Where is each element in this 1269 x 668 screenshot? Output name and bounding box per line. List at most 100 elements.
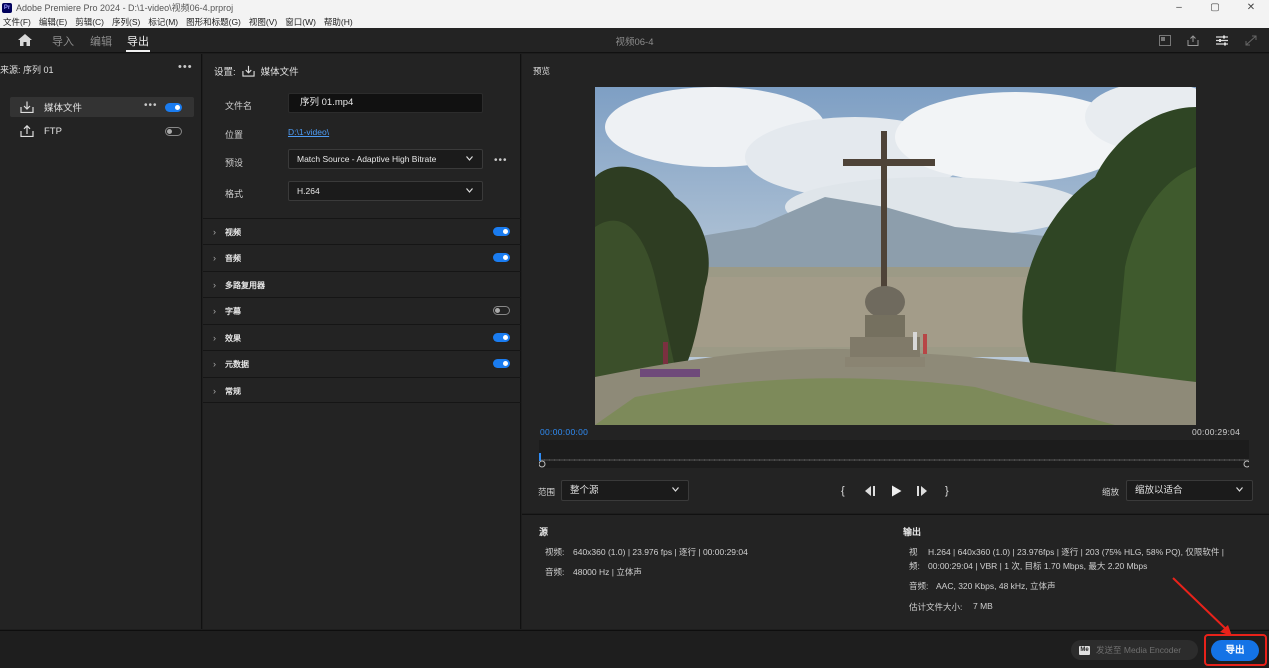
settings-heading: 设置: 媒体文件 — [214, 64, 299, 78]
window-title: Adobe Premiere Pro 2024 - D:\1-video\视频0… — [16, 3, 234, 13]
video-frame-image — [595, 87, 1196, 425]
share-icon[interactable] — [1187, 35, 1199, 46]
source-heading: 来源: 序列 01 — [0, 65, 54, 75]
section-metadata[interactable]: › 元数据 — [203, 350, 521, 376]
menu-clip[interactable]: 剪辑(C) — [75, 16, 104, 28]
timeline-ruler — [538, 453, 1251, 468]
premiere-app-icon: Pr — [2, 2, 12, 13]
fullscreen-icon[interactable] — [1245, 35, 1257, 46]
range-dropdown[interactable]: 整个源 — [561, 480, 689, 501]
zoom-dropdown[interactable]: 缩放以适合 — [1126, 480, 1253, 501]
destination-ftp[interactable]: FTP — [10, 121, 194, 141]
menu-graphics[interactable]: 图形和标题(G) — [186, 16, 241, 28]
section-name: 多路复用器 — [225, 281, 265, 290]
filename-input[interactable]: 序列 01.mp4 — [288, 93, 483, 113]
project-title: 视频06-4 — [615, 37, 654, 48]
filesize-label: 估计文件大小: — [909, 602, 963, 612]
chevron-right-icon: › — [213, 227, 216, 237]
download-icon — [20, 101, 34, 113]
destination-more-button[interactable]: ••• — [144, 100, 158, 111]
metadata-toggle[interactable] — [493, 359, 510, 368]
settings-panel: 设置: 媒体文件 文件名 序列 01.mp4 位置 D:\1-video\ 预设… — [203, 54, 521, 629]
preview-panel: 预览 00:00:00:00 00:00:29:04 范围 整个源 {} 缩放… — [522, 54, 1269, 513]
layout-icon[interactable] — [1159, 35, 1171, 46]
source-video-info: 640x360 (1.0) | 23.976 fps | 逐行 | 00:00:… — [573, 547, 748, 557]
section-audio[interactable]: › 音频 — [203, 244, 521, 270]
video-preview — [595, 87, 1196, 425]
captions-toggle[interactable] — [493, 306, 510, 315]
window-controls: – ▢ ✕ — [1161, 0, 1269, 15]
format-dropdown[interactable]: H.264 — [288, 181, 483, 201]
settings-sliders-icon[interactable] — [1216, 35, 1228, 46]
output-audio-label: 音频: — [909, 581, 929, 591]
zoom-label: 缩放 — [1102, 487, 1120, 497]
chevron-right-icon: › — [213, 359, 216, 369]
section-name: 视频 — [225, 228, 241, 237]
close-button[interactable]: ✕ — [1233, 0, 1269, 15]
title-bar: Pr Adobe Premiere Pro 2024 - D:\1-video\… — [0, 0, 1269, 15]
timecode-duration: 00:00:29:04 — [1192, 427, 1241, 437]
preset-dropdown[interactable]: Match Source - Adaptive High Bitrate — [288, 149, 483, 169]
preview-heading: 预览 — [533, 66, 551, 76]
section-name: 效果 — [225, 334, 241, 343]
source-panel: 来源: 序列 01 ••• 媒体文件 ••• FTP — [0, 54, 202, 629]
send-to-media-encoder-button[interactable]: Me 发送至 Media Encoder — [1071, 640, 1198, 660]
settings-target-label: 媒体文件 — [260, 67, 299, 78]
menu-view[interactable]: 视图(V) — [249, 16, 277, 28]
section-name: 字幕 — [225, 307, 241, 316]
location-label: 位置 — [225, 130, 244, 140]
preset-value: Match Source - Adaptive High Bitrate — [297, 154, 437, 164]
section-name: 元数据 — [225, 360, 249, 369]
step-forward-icon[interactable] — [916, 485, 928, 497]
timecode-current: 00:00:00:00 — [540, 427, 589, 437]
ftp-toggle[interactable] — [165, 127, 182, 136]
maximize-button[interactable]: ▢ — [1197, 0, 1233, 15]
menu-help[interactable]: 帮助(H) — [324, 16, 353, 28]
preset-label: 预设 — [225, 158, 244, 168]
play-icon[interactable] — [891, 485, 902, 497]
menu-sequence[interactable]: 序列(S) — [112, 16, 140, 28]
preset-more-button[interactable]: ••• — [494, 155, 508, 166]
source-summary-title: 源 — [539, 527, 549, 537]
menu-file[interactable]: 文件(F) — [3, 16, 31, 28]
source-audio-info: 48000 Hz | 立体声 — [573, 567, 642, 577]
output-summary-title: 输出 — [903, 527, 922, 537]
section-effects[interactable]: › 效果 — [203, 324, 521, 350]
source-audio-label: 音频: — [545, 567, 565, 577]
output-video-label: 视 — [909, 547, 918, 557]
section-general[interactable]: › 常规 — [203, 377, 521, 403]
audio-toggle[interactable] — [493, 253, 510, 262]
media-file-toggle[interactable] — [165, 103, 182, 112]
output-video-label-cont: 频: — [909, 561, 920, 571]
location-link[interactable]: D:\1-video\ — [288, 127, 329, 137]
destination-media-file[interactable]: 媒体文件 ••• — [10, 97, 194, 117]
format-value: H.264 — [297, 186, 320, 196]
menu-window[interactable]: 窗口(W) — [285, 16, 316, 28]
mark-in-button[interactable]: { — [841, 485, 845, 497]
media-encoder-icon: Me — [1079, 645, 1090, 655]
output-video-info: H.264 | 640x360 (1.0) | 23.976fps | 逐行 |… — [928, 547, 1224, 557]
chevron-down-icon — [466, 188, 473, 193]
video-toggle[interactable] — [493, 227, 510, 236]
effects-toggle[interactable] — [493, 333, 510, 342]
section-captions[interactable]: › 字幕 — [203, 297, 521, 323]
download-icon — [242, 65, 255, 77]
chevron-down-icon — [672, 487, 679, 492]
timeline-scrubber[interactable] — [538, 440, 1251, 468]
export-button[interactable]: 导出 — [1211, 640, 1259, 661]
step-back-icon[interactable] — [864, 485, 876, 497]
menu-markers[interactable]: 标记(M) — [148, 16, 178, 28]
minimize-button[interactable]: – — [1161, 0, 1197, 15]
mark-out-button[interactable]: } — [945, 485, 949, 497]
section-multiplexer[interactable]: › 多路复用器 — [203, 271, 521, 297]
format-label: 格式 — [225, 189, 244, 199]
range-value: 整个源 — [570, 485, 599, 496]
output-audio-info: AAC, 320 Kbps, 48 kHz, 立体声 — [936, 581, 1056, 591]
section-video[interactable]: › 视频 — [203, 218, 521, 244]
chevron-right-icon: › — [213, 333, 216, 343]
chevron-down-icon — [1236, 487, 1243, 492]
menu-edit[interactable]: 编辑(E) — [39, 16, 67, 28]
source-more-button[interactable]: ••• — [178, 61, 193, 73]
filename-label: 文件名 — [225, 101, 253, 111]
upload-icon — [20, 125, 34, 137]
